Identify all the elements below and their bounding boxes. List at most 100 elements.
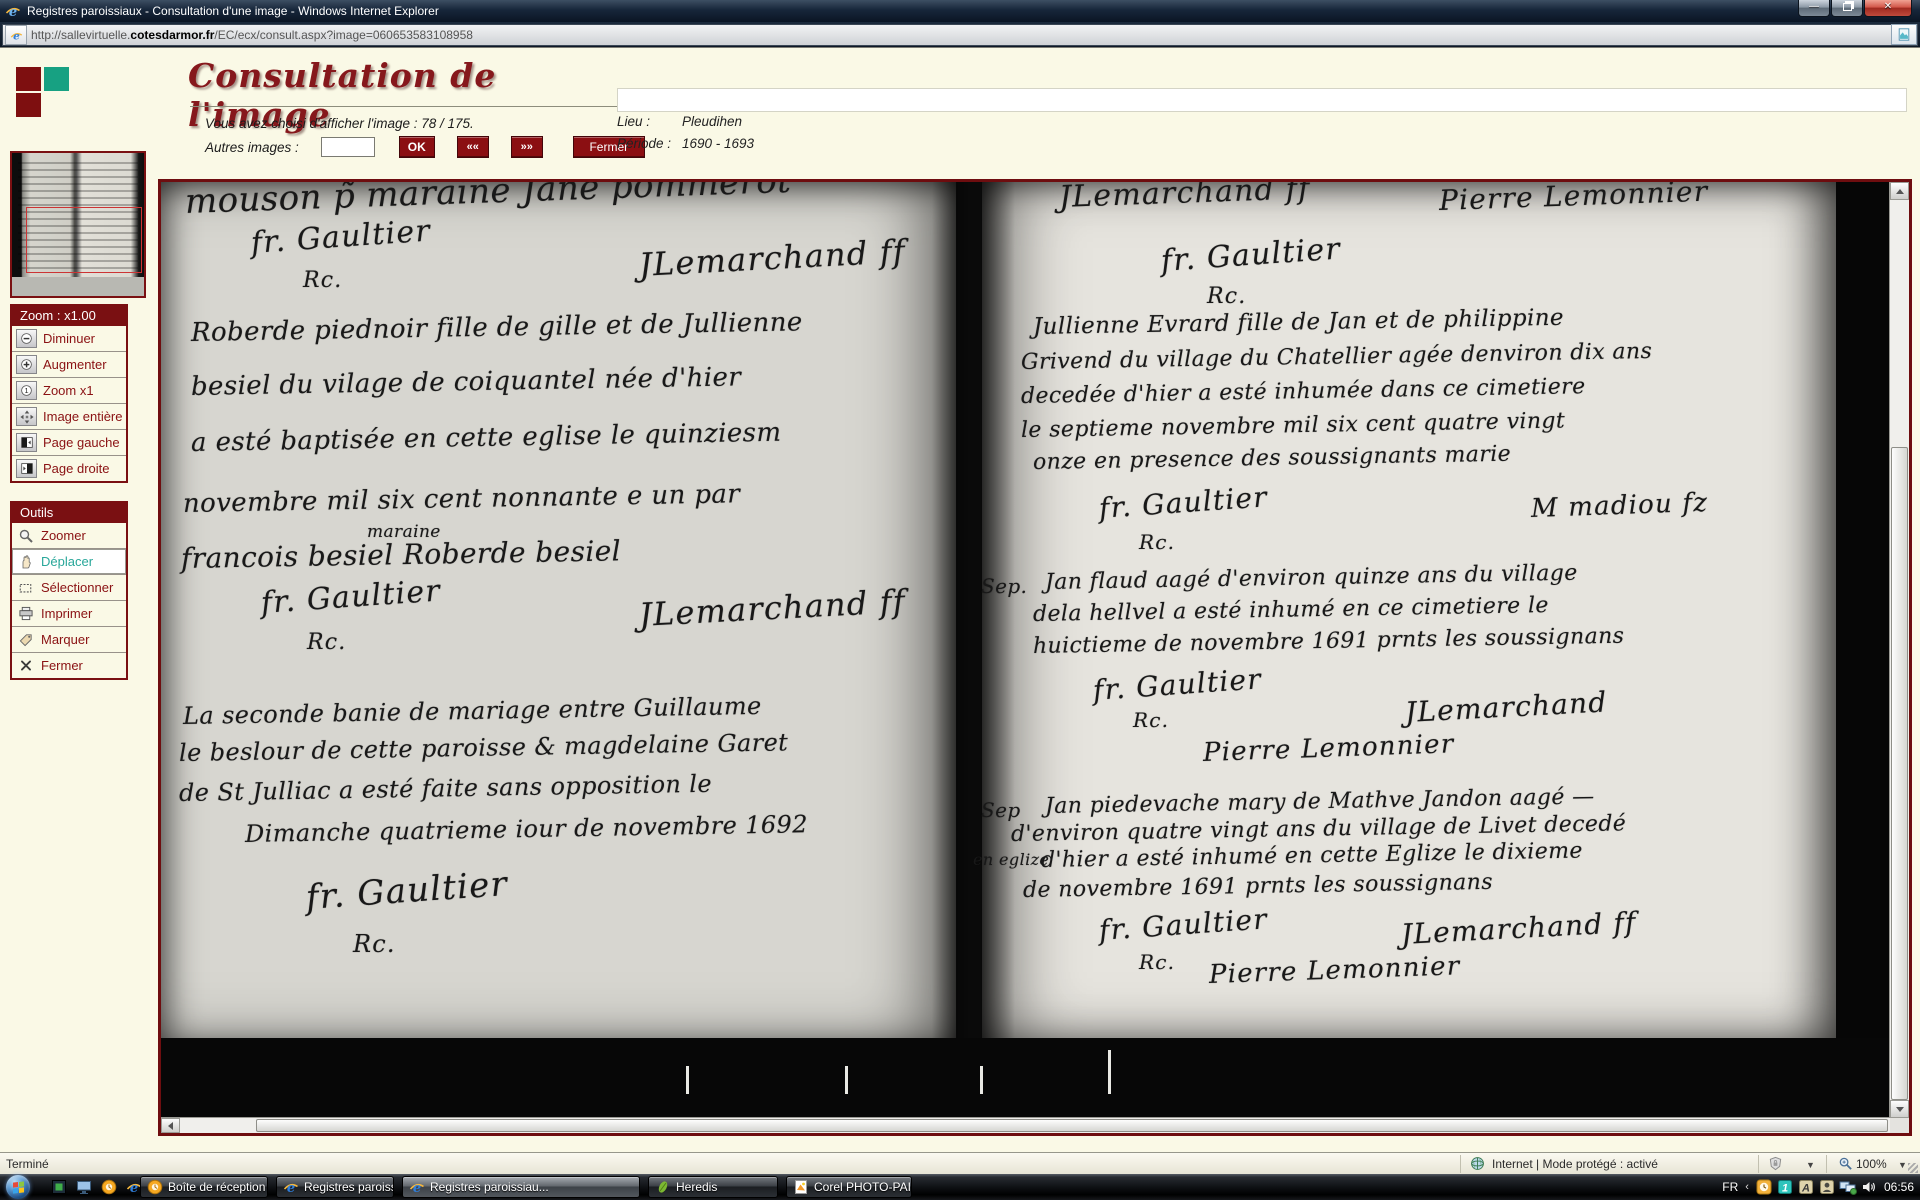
svg-text:e: e [130, 1181, 138, 1195]
outil-item[interactable]: Imprimer [12, 600, 126, 626]
lieu-value: Pleudihen [682, 114, 742, 129]
outlook-icon [147, 1179, 163, 1195]
scroll-up-button[interactable] [1890, 182, 1909, 200]
taskbar-button[interactable]: Boîte de réception - ... [140, 1176, 268, 1198]
horizontal-scrollbar[interactable] [161, 1117, 1890, 1133]
svg-text:A: A [1801, 1182, 1810, 1194]
outil-item[interactable]: Marquer [12, 626, 126, 652]
scan-tick-mark [686, 1066, 689, 1094]
manuscript-line: Rc. [303, 268, 342, 293]
browser-status-bar: Terminé Internet | Mode protégé : activé… [0, 1152, 1920, 1175]
protected-mode-icon[interactable] [1768, 1156, 1783, 1171]
status-text: Terminé [6, 1157, 49, 1171]
resize-grip[interactable] [1908, 1163, 1918, 1173]
manuscript-line: Sep [981, 798, 1021, 822]
close-button[interactable]: ✕ [1864, 0, 1912, 17]
scroll-down-button[interactable] [1890, 1100, 1909, 1118]
corel-icon [793, 1179, 809, 1195]
outil-item[interactable]: Zoomer [12, 523, 126, 548]
page-photo-icon[interactable] [1891, 24, 1917, 45]
quick-launch-item[interactable] [75, 1178, 93, 1196]
taskbar-button[interactable]: Corel PHOTO-PAIN... [786, 1176, 912, 1198]
horizontal-scroll-thumb[interactable] [256, 1119, 1888, 1132]
viewport-indicator[interactable] [26, 207, 142, 273]
tray-expand-chevron[interactable]: ‹ [1745, 1181, 1749, 1193]
tray-icon[interactable]: A [1798, 1179, 1814, 1195]
zoom-tool-item[interactable]: Augmenter [12, 351, 126, 377]
url-field[interactable]: e http://sallevirtuelle.cotesdarmor.fr/E… [2, 24, 1918, 46]
plus-circle-icon [16, 355, 37, 374]
tray-icon[interactable] [1861, 1179, 1877, 1195]
logo-square-red-1 [16, 67, 41, 91]
tray-icon[interactable] [1756, 1179, 1772, 1195]
clock-orange-icon [1756, 1179, 1772, 1195]
title-underline [190, 106, 620, 107]
outlook-icon [101, 1179, 117, 1195]
window-titlebar[interactable]: e Registres paroissiaux - Consultation d… [0, 0, 1920, 22]
svg-text:e: e [9, 5, 17, 19]
manuscript-image[interactable]: mouson p̃ maraine Jan̄e pommerotfr. Gaul… [161, 182, 1890, 1118]
outil-item[interactable]: Fermer [12, 652, 126, 678]
navigation-thumbnail[interactable] [10, 151, 146, 298]
task-buttons: Boîte de réception - ... e Registres par… [140, 1176, 912, 1198]
next-image-button[interactable]: »» [511, 136, 543, 158]
outils-panel: Outils Zoomer Déplacer Sélectionner Impr… [10, 501, 128, 680]
shield-dropdown-caret[interactable]: ▼ [1806, 1160, 1815, 1170]
printer-icon [16, 605, 35, 622]
windows-flag-icon [13, 1181, 24, 1193]
image-number-input[interactable] [321, 137, 375, 157]
taskbar-button[interactable]: e Registres paroissiau... [276, 1176, 394, 1198]
restore-button[interactable] [1831, 0, 1863, 17]
zoom-tool-item[interactable]: Page droite [12, 455, 126, 481]
person-badge-icon [1819, 1179, 1835, 1195]
manuscript-line: Rc. [1207, 284, 1246, 309]
header-white-band [617, 88, 1907, 112]
zoom-tool-item[interactable]: Page gauche [12, 429, 126, 455]
tray-icon[interactable]: 1 [1777, 1179, 1793, 1195]
app-dark-icon [51, 1179, 67, 1195]
taskbar-clock[interactable]: 06:56 [1884, 1180, 1914, 1194]
taskbar-button[interactable]: Heredis [648, 1176, 778, 1198]
thumbnail-filler [12, 277, 144, 296]
quick-launch-item[interactable] [50, 1178, 68, 1196]
manuscript-line: Rc. [1139, 530, 1175, 554]
outil-item[interactable]: Déplacer [12, 548, 126, 574]
heredis-icon [655, 1179, 671, 1195]
ie-icon: e [409, 1179, 425, 1195]
vertical-scroll-thumb[interactable] [1891, 447, 1908, 1100]
previous-image-button[interactable]: «« [457, 136, 489, 158]
page-left-icon [16, 433, 37, 452]
web-page: Consultation de l'image Vous avez choisi… [0, 47, 1920, 1153]
zoom-tool-item[interactable]: Image entière [12, 403, 126, 429]
one-circle-icon: 1 [16, 381, 37, 400]
windows-taskbar: e » Boîte de réception - ... e Registres… [0, 1174, 1920, 1200]
zoom-dropdown-caret[interactable]: ▼ [1898, 1160, 1907, 1170]
svg-text:e: e [413, 1181, 421, 1195]
minimize-button[interactable]: — [1798, 0, 1830, 17]
zoom-tool-item[interactable]: 1 Zoom x1 [12, 377, 126, 403]
scroll-left-button[interactable] [161, 1118, 180, 1133]
scan-tick-mark [980, 1066, 983, 1094]
language-indicator[interactable]: FR [1722, 1180, 1738, 1194]
zoom-tool-item[interactable]: Diminuer [12, 326, 126, 351]
scrollbar-corner [1890, 1118, 1909, 1133]
start-button[interactable] [6, 1175, 30, 1199]
manuscript-line: Sep. [981, 574, 1027, 598]
image-controls: Autres images : OK «« »» Fermer [205, 136, 667, 158]
manuscript-line: Rc. [1139, 950, 1175, 974]
ie-icon: e [283, 1179, 299, 1195]
outil-item[interactable]: Sélectionner [12, 574, 126, 600]
quick-launch-item[interactable] [100, 1178, 118, 1196]
window-title: Registres paroissiaux - Consultation d'u… [27, 4, 439, 18]
zoom-level-value[interactable]: 100% [1856, 1157, 1887, 1171]
zoom-panel-title: Zoom : x1.00 [12, 306, 126, 326]
vertical-scrollbar[interactable] [1889, 182, 1909, 1118]
tray-icon[interactable] [1819, 1179, 1835, 1195]
ie-app-icon: e [5, 3, 21, 19]
tray-icon[interactable] [1840, 1179, 1856, 1195]
ok-button[interactable]: OK [399, 136, 435, 158]
image-counter-text: Vous avez choisi d'afficher l'image : 78… [205, 116, 474, 131]
taskbar-button[interactable]: e Registres paroissiau... [402, 1176, 640, 1198]
svg-text:e: e [13, 30, 20, 41]
logo-square-red-2 [16, 93, 41, 117]
